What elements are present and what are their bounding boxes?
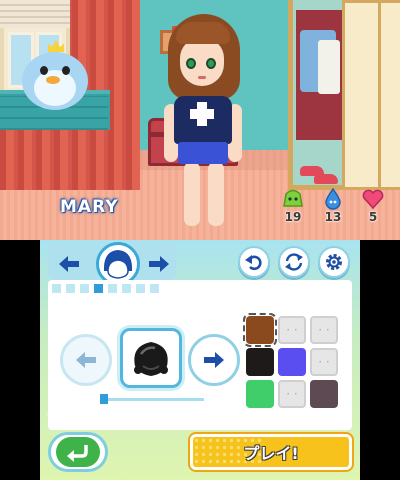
game-screen: MARY 19 13 5 · · · · · · · · プレイ! bbox=[0, 0, 400, 480]
style-slider-track[interactable] bbox=[100, 398, 204, 401]
page-dot bbox=[80, 284, 89, 293]
arrow-left-icon bbox=[76, 352, 96, 368]
shuffle-icon bbox=[285, 253, 303, 271]
window-blind bbox=[0, 0, 70, 28]
category-tabbar bbox=[48, 242, 176, 286]
randomize-button[interactable] bbox=[278, 246, 310, 278]
undo-icon bbox=[245, 255, 262, 271]
stat-green: 19 bbox=[278, 188, 308, 224]
character-name: MARY bbox=[60, 197, 119, 217]
page-dot bbox=[136, 284, 145, 293]
arrow-right-icon bbox=[149, 256, 169, 272]
next-category-button[interactable] bbox=[144, 250, 174, 278]
color-swatch-empty: · · bbox=[310, 316, 338, 344]
stat-blue: 13 bbox=[318, 188, 348, 224]
back-button[interactable] bbox=[48, 432, 108, 472]
hair-category-icon bbox=[103, 250, 133, 279]
blue-drop-icon bbox=[325, 188, 341, 210]
page-dot-current bbox=[94, 284, 103, 293]
color-swatch-blue[interactable] bbox=[278, 348, 306, 376]
stat-heart: 5 bbox=[358, 188, 388, 224]
play-button[interactable]: プレイ! bbox=[190, 434, 352, 470]
next-style-button[interactable] bbox=[188, 334, 240, 386]
hairstyle-icon bbox=[134, 342, 168, 376]
color-swatch-empty: · · bbox=[278, 316, 306, 344]
page-dot bbox=[122, 284, 131, 293]
color-swatch-empty: · · bbox=[278, 380, 306, 408]
color-swatch-brown[interactable] bbox=[243, 313, 277, 347]
arrow-left-icon bbox=[59, 256, 79, 272]
color-swatch-green[interactable] bbox=[246, 380, 274, 408]
page-dot bbox=[150, 284, 159, 293]
undo-button[interactable] bbox=[238, 246, 270, 278]
page-dot bbox=[66, 284, 75, 293]
top-screen: MARY 19 13 5 bbox=[0, 0, 400, 240]
bottom-screen: · · · · · · · · プレイ! bbox=[40, 240, 360, 480]
green-creature-icon bbox=[283, 189, 303, 207]
return-arrow-icon bbox=[67, 445, 88, 462]
prev-category-button[interactable] bbox=[54, 250, 84, 278]
character-shorts bbox=[178, 142, 228, 164]
arrow-right-icon bbox=[204, 352, 224, 368]
color-swatch-black[interactable] bbox=[246, 348, 274, 376]
page-dot bbox=[108, 284, 117, 293]
closet-door bbox=[342, 0, 382, 190]
gear-icon bbox=[326, 254, 342, 270]
play-button-label: プレイ! bbox=[243, 444, 299, 463]
settings-button[interactable] bbox=[318, 246, 350, 278]
pink-heart-icon bbox=[362, 189, 384, 210]
prev-style-button[interactable] bbox=[60, 334, 112, 386]
hairstyle-preview[interactable] bbox=[120, 328, 182, 388]
style-slider-knob[interactable] bbox=[100, 394, 108, 404]
color-swatch-mauve[interactable] bbox=[310, 380, 338, 408]
customize-panel: · · · · · · · · bbox=[48, 280, 352, 430]
page-dot bbox=[52, 284, 61, 293]
color-swatch-empty: · · bbox=[310, 348, 338, 376]
